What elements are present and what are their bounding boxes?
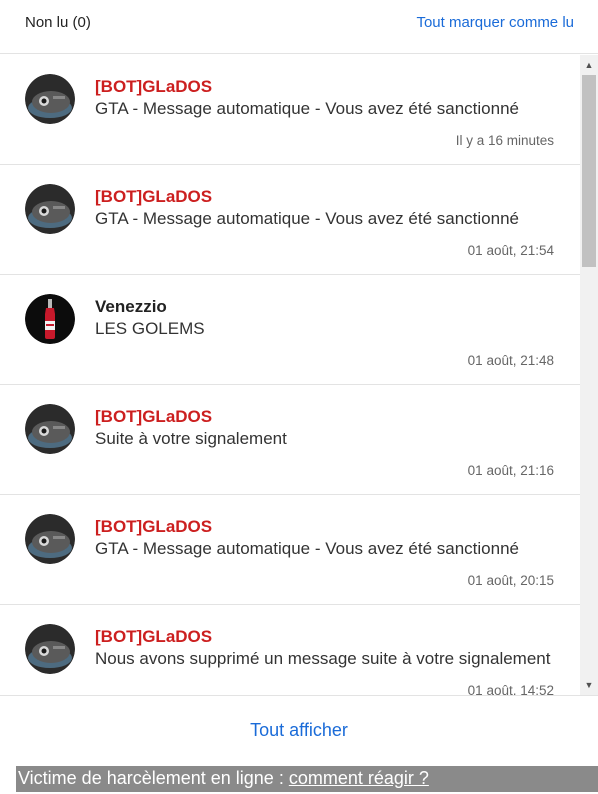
scroll-down-arrow-icon[interactable]: ▼ xyxy=(580,677,598,693)
message-subject: Nous avons supprimé un message suite à v… xyxy=(95,649,551,668)
message-time: 01 août, 21:48 xyxy=(467,353,554,368)
robot-eye-avatar xyxy=(25,624,75,674)
message-list: [BOT]GLaDOS GTA - Message automatique - … xyxy=(0,55,580,695)
message-time: 01 août, 14:52 xyxy=(467,683,554,695)
message-item[interactable]: [BOT]GLaDOS GTA - Message automatique - … xyxy=(0,55,580,165)
sender-name: [BOT]GLaDOS xyxy=(95,627,213,646)
message-subject: Suite à votre signalement xyxy=(95,429,287,448)
bottle-avatar xyxy=(25,294,75,344)
sender-name: [BOT]GLaDOS xyxy=(95,187,213,206)
message-item[interactable]: [BOT]GLaDOS GTA - Message automatique - … xyxy=(0,495,580,605)
mark-all-read-link[interactable]: Tout marquer comme lu xyxy=(416,14,574,31)
notifications-footer: Tout afficher xyxy=(0,695,598,766)
message-subject: GTA - Message automatique - Vous avez ét… xyxy=(95,99,519,118)
robot-eye-avatar xyxy=(25,404,75,454)
message-item[interactable]: [BOT]GLaDOS GTA - Message automatique - … xyxy=(0,165,580,275)
message-time: 01 août, 21:54 xyxy=(467,243,554,258)
robot-eye-avatar xyxy=(25,74,75,124)
message-subject: LES GOLEMS xyxy=(95,319,205,338)
scrollbar-thumb[interactable] xyxy=(582,75,596,267)
message-time: Il y a 16 minutes xyxy=(455,133,554,148)
banner-help-link[interactable]: comment réagir ? xyxy=(289,768,429,788)
robot-eye-avatar xyxy=(25,184,75,234)
banner-message: Victime de harcèlement en ligne : xyxy=(18,768,289,788)
message-time: 01 août, 20:15 xyxy=(467,573,554,588)
scroll-up-arrow-icon[interactable]: ▲ xyxy=(580,57,598,73)
sender-name: Venezzio xyxy=(95,297,167,316)
message-item[interactable]: [BOT]GLaDOS Suite à votre signalement 01… xyxy=(0,385,580,495)
scrollbar[interactable]: ▲ ▼ xyxy=(580,55,598,695)
show-all-link[interactable]: Tout afficher xyxy=(0,720,598,741)
unread-count: Non lu (0) xyxy=(25,14,91,31)
robot-eye-avatar xyxy=(25,514,75,564)
banner-text: Victime de harcèlement en ligne : commen… xyxy=(18,768,429,789)
message-item[interactable]: [BOT]GLaDOS Nous avons supprimé un messa… xyxy=(0,605,580,695)
harassment-banner: Victime de harcèlement en ligne : commen… xyxy=(16,766,598,792)
message-time: 01 août, 21:16 xyxy=(467,463,554,478)
sender-name: [BOT]GLaDOS xyxy=(95,517,213,536)
message-subject: GTA - Message automatique - Vous avez ét… xyxy=(95,209,519,228)
sender-name: [BOT]GLaDOS xyxy=(95,407,213,426)
message-item[interactable]: Venezzio LES GOLEMS 01 août, 21:48 xyxy=(0,275,580,385)
message-subject: GTA - Message automatique - Vous avez ét… xyxy=(95,539,519,558)
sender-name: [BOT]GLaDOS xyxy=(95,77,213,96)
notifications-header: Non lu (0) Tout marquer comme lu xyxy=(0,0,598,54)
